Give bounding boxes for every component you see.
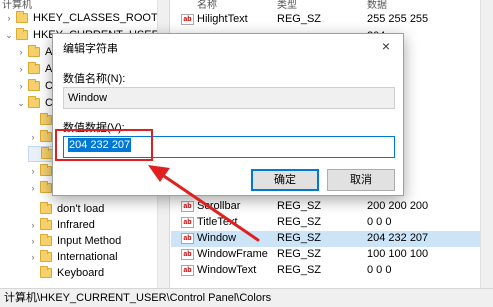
tree-item[interactable]: › Infrared — [28, 217, 95, 233]
column-name-header[interactable]: 名称 — [197, 0, 217, 11]
tree-header: 计算机 — [2, 0, 32, 11]
cell-type: REG_SZ — [277, 264, 322, 276]
tree-item[interactable]: › Input Method — [28, 233, 121, 249]
list-row[interactable]: ab Window REG_SZ 204 232 207 — [171, 231, 493, 247]
cell-data: 0 0 0 — [367, 264, 392, 276]
chevron-down-icon[interactable]: ⌄ — [4, 30, 14, 41]
tree-item[interactable]: Keyboard — [28, 265, 104, 281]
close-icon[interactable]: × — [377, 37, 395, 55]
tree-item-label: Keyboard — [57, 267, 105, 279]
tree-item[interactable]: › International — [28, 249, 118, 265]
folder-icon — [40, 181, 52, 193]
ok-button[interactable]: 确定 — [251, 169, 319, 191]
edit-string-dialog: 编辑字符串 × 数值名称(N): Window 数值数据(V): 204 232… — [52, 33, 404, 196]
chevron-right-icon[interactable]: › — [28, 183, 38, 193]
value-name-field[interactable]: Window — [63, 87, 395, 109]
folder-icon — [40, 250, 52, 262]
tree-item-label: don't load — [57, 203, 105, 215]
cell-name: WindowFrame — [197, 248, 268, 260]
column-data-header[interactable]: 数据 — [367, 0, 387, 11]
cancel-button[interactable]: 取消 — [327, 169, 395, 191]
list-row[interactable]: ab Scrollbar REG_SZ 200 200 200 — [171, 199, 493, 215]
cell-name: WindowText — [197, 264, 257, 276]
cell-name: TitleText — [197, 216, 238, 228]
chevron-right-icon[interactable]: › — [16, 81, 26, 91]
list-header: 名称 类型 数据 — [171, 0, 493, 11]
list-scrollbar[interactable] — [480, 0, 493, 288]
cell-data: 200 200 200 — [367, 200, 429, 212]
tree-item-label: International — [57, 251, 118, 263]
folder-icon — [40, 202, 52, 214]
folder-icon — [40, 234, 52, 246]
chevron-right-icon[interactable]: › — [4, 13, 14, 23]
reg-string-icon: ab — [181, 233, 194, 244]
cell-data: 204 232 207 — [367, 232, 429, 244]
cell-data: 0 0 0 — [367, 216, 392, 228]
cell-data: 100 100 100 — [367, 248, 429, 260]
dialog-title: 编辑字符串 — [63, 43, 118, 55]
chevron-right-icon[interactable]: › — [28, 252, 38, 262]
list-row[interactable]: ab HilightText REG_SZ 255 255 255 — [171, 12, 493, 28]
folder-icon — [16, 28, 28, 40]
cell-type: REG_SZ — [277, 216, 322, 228]
tree-item-label: Infrared — [57, 219, 95, 231]
tree-item[interactable]: don't load — [28, 201, 104, 217]
reg-string-icon: ab — [181, 217, 194, 228]
folder-icon — [28, 45, 40, 57]
reg-string-icon: ab — [181, 265, 194, 276]
cell-name: Scrollbar — [197, 200, 241, 212]
chevron-right-icon[interactable]: › — [28, 236, 38, 246]
list-row[interactable]: ab WindowText REG_SZ 0 0 0 — [171, 263, 493, 279]
folder-icon — [40, 164, 52, 176]
status-bar: 计算机\HKEY_CURRENT_USER\Control Panel\Colo… — [0, 288, 493, 307]
folder-icon — [40, 218, 52, 230]
chevron-down-icon[interactable]: ⌄ — [16, 98, 26, 109]
folder-icon — [40, 130, 52, 142]
folder-icon — [28, 79, 40, 91]
reg-string-icon: ab — [181, 201, 194, 212]
folder-icon — [40, 113, 52, 125]
cell-type: REG_SZ — [277, 248, 322, 260]
annotation-highlight-box — [55, 129, 153, 161]
tree-item-label: Input Method — [57, 235, 122, 247]
cell-data: 255 255 255 — [367, 13, 429, 25]
chevron-right-icon[interactable]: › — [16, 64, 26, 74]
folder-icon — [16, 11, 28, 23]
folder-icon — [28, 62, 40, 74]
chevron-right-icon[interactable]: › — [28, 220, 38, 230]
tree-item-label: HKEY_CLASSES_ROOT — [33, 12, 158, 24]
tree-item[interactable]: › HKEY_CLASSES_ROOT — [4, 10, 158, 26]
chevron-right-icon[interactable]: › — [16, 47, 26, 57]
folder-icon — [40, 266, 52, 278]
chevron-right-icon[interactable]: › — [28, 166, 38, 176]
reg-string-icon: ab — [181, 249, 194, 260]
value-name-label: 数值名称(N): — [63, 73, 126, 85]
folder-icon — [28, 96, 40, 108]
cell-type: REG_SZ — [277, 232, 322, 244]
chevron-right-icon[interactable]: › — [28, 132, 38, 142]
cell-name: HilightText — [197, 13, 248, 25]
list-row[interactable]: ab WindowFrame REG_SZ 100 100 100 — [171, 247, 493, 263]
cell-name: Window — [197, 232, 237, 244]
list-row[interactable]: ab TitleText REG_SZ 0 0 0 — [171, 215, 493, 231]
reg-string-icon: ab — [181, 14, 194, 25]
cell-type: REG_SZ — [277, 200, 322, 212]
column-type-header[interactable]: 类型 — [277, 0, 297, 11]
cell-type: REG_SZ — [277, 13, 322, 25]
